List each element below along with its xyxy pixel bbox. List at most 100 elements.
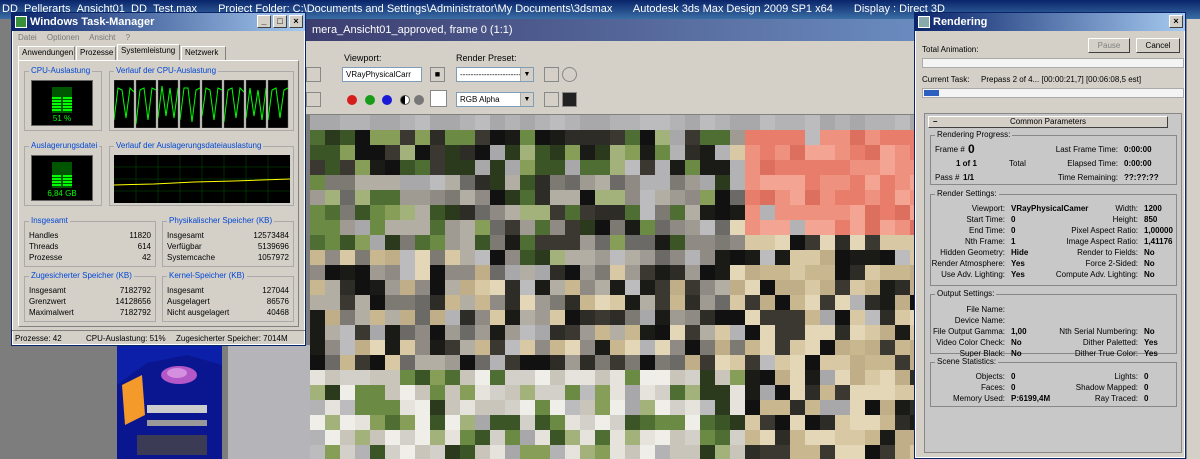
command-panel-edge [1186, 19, 1200, 459]
close-icon[interactable]: × [289, 15, 303, 28]
physical-memory-title: Physikalischer Speicher (KB) [167, 216, 275, 225]
rendering-dialog[interactable]: Rendering × Total Animation: Pause Cance… [914, 12, 1186, 459]
setting-value: P:6199,4M [1011, 394, 1051, 403]
task-manager-menu: Datei Optionen Ansicht ? [12, 31, 305, 45]
scene-viewport [228, 345, 310, 459]
rendering-title-bar[interactable]: Rendering × [915, 13, 1185, 31]
tab-netzwerk[interactable]: Netzwerk [181, 46, 226, 60]
setting-value: 850 [1144, 215, 1158, 224]
alpha-channel-icon[interactable] [400, 95, 410, 105]
setting-value: 1200 [1144, 204, 1162, 213]
render-frame-viewport [310, 115, 915, 459]
common-parameters-rollout[interactable]: – Common Parameters [928, 116, 1168, 128]
minimize-icon[interactable]: _ [257, 15, 271, 28]
render-setup-icon[interactable] [544, 67, 559, 82]
current-task-progress [922, 88, 1184, 98]
stat-row: Maximalwert 7182792 [29, 308, 151, 317]
status-commit: Zugesicherter Speicher: 7014M [176, 334, 288, 343]
setting-value: 0 [1011, 215, 1016, 224]
cpu-usage-value: 51 % [52, 114, 72, 123]
status-cpu: CPU-Auslastung: 51% [86, 334, 166, 343]
setting-label: Viewport: [971, 204, 1005, 213]
last-frame-label: Last Frame Time: [1055, 145, 1118, 154]
setting-label: Lights: [1114, 372, 1138, 381]
menu-item-datei[interactable]: Datei [18, 33, 37, 42]
menu-item-optionen[interactable]: Optionen [47, 33, 79, 42]
tab-prozesse[interactable]: Prozesse [76, 46, 116, 60]
setting-label: Hidden Geometry: [940, 248, 1005, 257]
task-manager-icon [15, 16, 27, 28]
task-manager-window[interactable]: Windows Task-Manager _ □ × Datei Optione… [11, 12, 306, 346]
frame-of-value: 1 of 1 [956, 159, 977, 168]
physical-memory-group: Physikalischer Speicher (KB) Insgesamt 12… [162, 216, 294, 267]
blue-channel-icon[interactable] [382, 95, 392, 105]
setting-value: Yes [1011, 259, 1025, 268]
current-task-value: Prepass 2 of 4... [00:00:21,7] [00:06:08… [981, 75, 1142, 84]
red-channel-icon[interactable] [347, 95, 357, 105]
setting-label: Nth Serial Numbering: [1059, 327, 1138, 336]
performance-tab-panel: CPU-Auslastung 51 % Verlauf der CPU-Ausl… [18, 60, 299, 327]
app-name: Autodesk 3ds Max Design 2009 SP1 x64 [632, 3, 833, 15]
preset-select[interactable]: -------------------------- ▼ [456, 67, 534, 82]
rendering-title: Rendering [933, 16, 988, 28]
setting-value: Hide [1011, 248, 1029, 257]
stat-row: Systemcache 1057972 [167, 253, 289, 262]
scene-statistics-title: Scene Statistics: [935, 357, 999, 366]
rendering-progress-title: Rendering Progress: [935, 130, 1013, 139]
setting-value: 0 [1144, 372, 1149, 381]
close-icon[interactable]: × [1169, 15, 1183, 28]
setting-label: Dither True Color: [1074, 349, 1138, 358]
setting-label: Pixel Aspect Ratio: [1071, 226, 1138, 235]
left-viewport-thumbnail [117, 345, 222, 459]
tab-anwendungen[interactable]: Anwendungen [18, 46, 75, 60]
green-channel-icon[interactable] [365, 95, 375, 105]
setting-value: 0 [1144, 383, 1149, 392]
setting-value: 0 [1011, 226, 1016, 235]
setting-label: Video Color Check: [936, 338, 1005, 347]
display-icon[interactable] [544, 92, 559, 107]
stat-row: Insgesamt 12573484 [167, 231, 289, 240]
status-processes: Prozesse: 42 [15, 334, 62, 343]
stat-row: Insgesamt 127044 [167, 286, 289, 295]
setting-value: Yes [1011, 270, 1025, 279]
chevron-down-icon: ▼ [520, 68, 533, 81]
task-manager-title: Windows Task-Manager [30, 16, 155, 28]
setting-value: 1,41176 [1144, 237, 1173, 246]
task-manager-title-bar[interactable]: Windows Task-Manager _ □ × [12, 13, 305, 31]
output-settings-group: Output Settings: File Name: Device Name:… [930, 289, 1177, 358]
toolbar-icon-button[interactable] [306, 92, 321, 107]
setting-label: End Time: [968, 226, 1005, 235]
stat-row: Grenzwert 14128656 [29, 297, 151, 306]
lock-icon[interactable]: ■ [430, 67, 445, 82]
setting-label: File Output Gamma: [932, 327, 1005, 336]
setting-label: Compute Adv. Lighting: [1055, 270, 1138, 279]
viewport-label: Viewport: [344, 53, 382, 63]
cancel-button[interactable]: Cancel [1136, 38, 1180, 53]
stat-row: Insgesamt 7182792 [29, 286, 151, 295]
setting-label: Shadow Mapped: [1075, 383, 1138, 392]
stat-row: Verfügbar 5139696 [167, 242, 289, 251]
toolbar-icon-button[interactable] [306, 67, 321, 82]
viewport-select[interactable]: VRayPhysicalCarr [342, 67, 422, 82]
menu-item-ansicht[interactable]: Ansicht [89, 33, 115, 42]
rendering-icon [918, 16, 930, 28]
mono-channel-icon[interactable] [414, 95, 424, 105]
environment-icon[interactable] [562, 67, 577, 82]
tab-systemleistung[interactable]: Systemleistung [117, 44, 180, 60]
display-mode-icon[interactable] [562, 92, 577, 107]
stat-row: Threads 614 [29, 242, 151, 251]
maximize-icon[interactable]: □ [273, 15, 287, 28]
setting-label: Start Time: [966, 215, 1005, 224]
cpu-usage-meter: 51 % [31, 80, 93, 126]
background-color-swatch[interactable] [430, 90, 447, 107]
channel-select[interactable]: RGB Alpha ▼ [456, 92, 534, 107]
setting-label: Height: [1112, 215, 1138, 224]
chevron-down-icon: ▼ [520, 93, 533, 106]
total-animation-label: Total Animation: [922, 45, 979, 54]
remaining-label: Time Remaining: [1057, 173, 1118, 182]
setting-label: Render Atmosphere: [931, 259, 1005, 268]
pause-button[interactable]: Pause [1088, 38, 1130, 53]
menu-item-help[interactable]: ? [126, 33, 130, 42]
pass-label: Pass # [935, 173, 960, 182]
setting-value: 0 [1011, 372, 1016, 381]
